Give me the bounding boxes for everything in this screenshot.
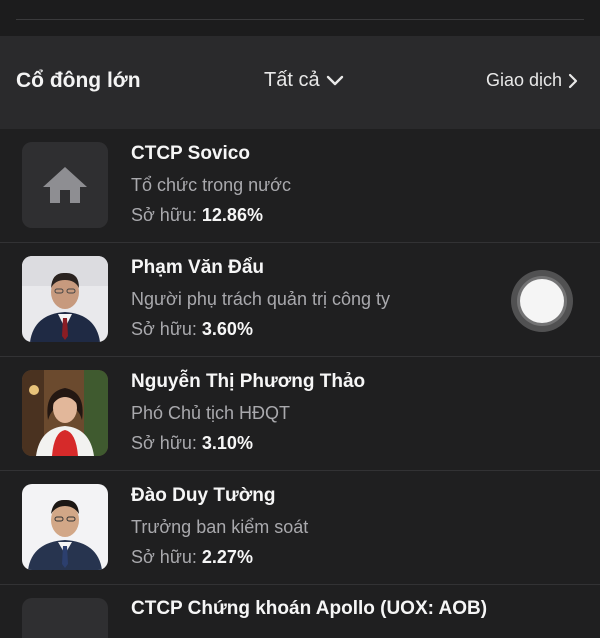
shareholder-row[interactable]: CTCP Sovico Tổ chức trong nước Sở hữu: 1… xyxy=(0,129,600,243)
avatar xyxy=(22,256,108,342)
shareholder-name: Nguyễn Thị Phương Thảo xyxy=(131,371,366,392)
ownership-text: Sở hữu: 2.27% xyxy=(131,546,308,568)
person-photo xyxy=(22,370,108,456)
trade-link[interactable]: Giao dịch xyxy=(486,70,578,91)
home-icon xyxy=(22,142,108,228)
avatar xyxy=(22,142,108,228)
divider xyxy=(16,19,584,20)
section-title: Cổ đông lớn xyxy=(16,69,141,92)
avatar xyxy=(22,370,108,456)
filter-label: Tất cả xyxy=(264,69,320,91)
section-header: Cổ đông lớn Tất cả Giao dịch xyxy=(0,36,600,129)
person-photo xyxy=(22,484,108,570)
ownership-text: Sở hữu: 3.60% xyxy=(131,318,390,340)
shareholder-row[interactable]: Nguyễn Thị Phương Thảo Phó Chủ tịch HĐQT… xyxy=(0,357,600,471)
top-bar xyxy=(0,0,600,36)
ownership-text: Sở hữu: 3.10% xyxy=(131,432,365,454)
shareholder-name: CTCP Chứng khoán Apollo (UOX: AOB) xyxy=(131,598,488,619)
shareholder-row[interactable]: CTCP Chứng khoán Apollo (UOX: AOB) xyxy=(0,585,600,638)
chevron-right-icon xyxy=(568,73,578,88)
shareholder-list: CTCP Sovico Tổ chức trong nước Sở hữu: 1… xyxy=(0,129,600,638)
ownership-text: Sở hữu: 12.86% xyxy=(131,204,291,226)
ownership-percent: 3.60% xyxy=(201,319,253,339)
ownership-label: Sở hữu: xyxy=(131,205,197,225)
shareholder-role: Người phụ trách quản trị công ty xyxy=(131,289,390,309)
trade-label: Giao dịch xyxy=(485,70,562,90)
person-photo xyxy=(22,256,108,342)
shareholder-name: Đào Duy Tường xyxy=(131,485,276,506)
filter-dropdown[interactable]: Tất cả xyxy=(264,69,344,92)
avatar xyxy=(22,484,108,570)
shareholder-role: Trưởng ban kiểm soát xyxy=(131,517,309,537)
shareholder-row[interactable]: Đào Duy Tường Trưởng ban kiểm soát Sở hữ… xyxy=(0,471,600,585)
avatar xyxy=(22,598,108,638)
ownership-label: Sở hữu: xyxy=(131,433,197,453)
assistive-touch-button[interactable] xyxy=(511,270,573,332)
ownership-label: Sở hữu: xyxy=(131,547,197,567)
shareholder-role: Tổ chức trong nước xyxy=(131,175,291,195)
chevron-down-icon xyxy=(326,75,343,85)
shareholder-role: Phó Chủ tịch HĐQT xyxy=(131,403,291,423)
shareholder-row[interactable]: Phạm Văn Đẩu Người phụ trách quản trị cô… xyxy=(0,243,600,357)
ownership-label: Sở hữu: xyxy=(131,319,197,339)
shareholder-name: CTCP Sovico xyxy=(131,143,250,164)
ownership-percent: 3.10% xyxy=(201,433,253,453)
shareholder-name: Phạm Văn Đẩu xyxy=(131,257,265,278)
assistive-touch-icon xyxy=(520,279,564,323)
ownership-percent: 12.86% xyxy=(201,205,263,225)
ownership-percent: 2.27% xyxy=(201,547,253,567)
